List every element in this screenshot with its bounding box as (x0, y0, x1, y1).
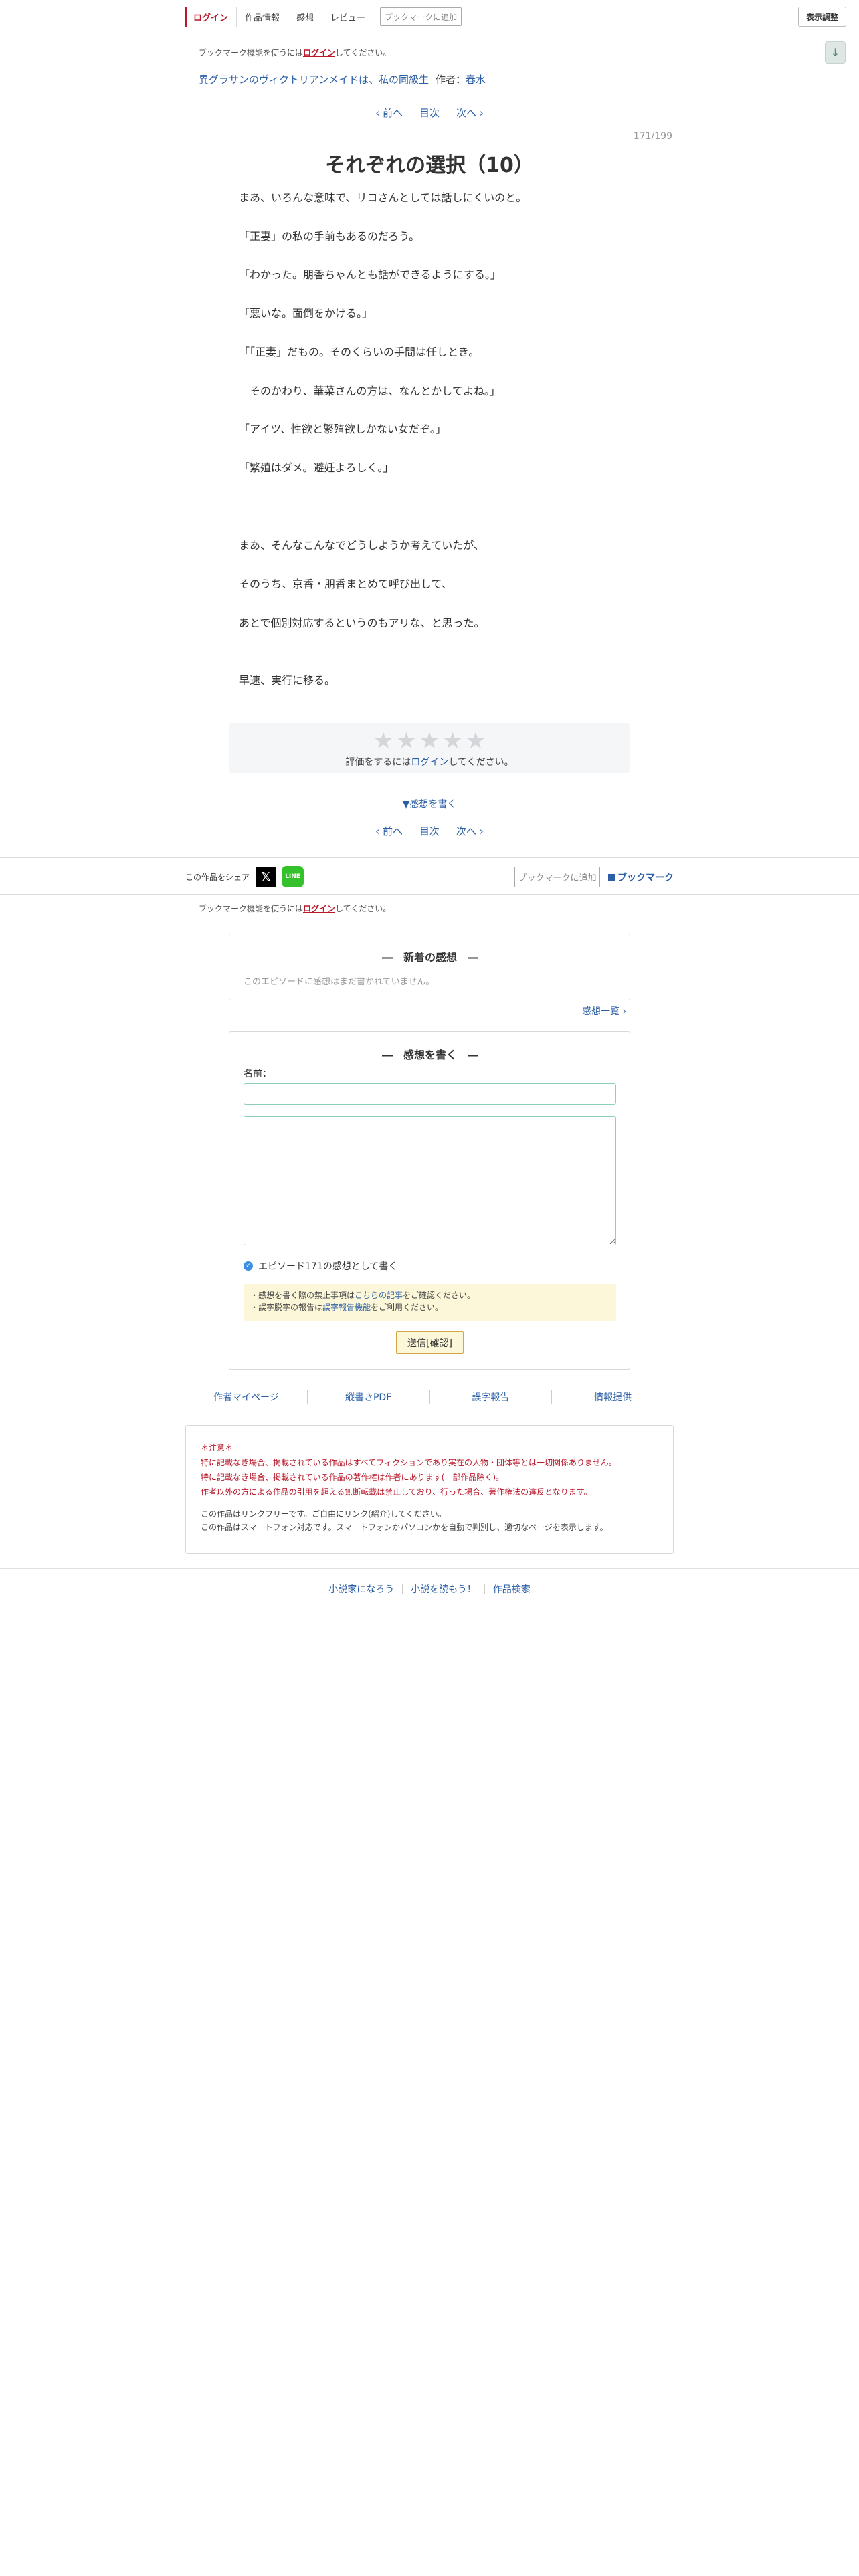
write-impression-panel: ― 感想を書く ― 名前： ✓ エピソード171の感想として書く ・感想を書く際… (229, 1031, 630, 1370)
star-icon[interactable]: ★ (442, 730, 462, 752)
latest-impressions-panel: ― 新着の感想 ― このエピソードに感想はまだ書かれていません。 (229, 934, 630, 1000)
check-icon[interactable]: ✓ (244, 1261, 253, 1271)
info-line: この作品はスマートフォン対応です。スマートフォンかパソコンかを自動で判別し、適切… (201, 1523, 608, 1532)
caution-line: 特に記載なき場合、掲載されている作品はすべてフィクションであり実在の人物・団体等… (201, 1458, 617, 1467)
review-link[interactable]: レビュー (322, 7, 373, 27)
impression-textarea[interactable] (244, 1116, 616, 1245)
header-bookmark-add-button[interactable]: ブックマークに追加 (380, 7, 462, 26)
name-input[interactable] (244, 1083, 616, 1105)
author-label: 作者： (435, 74, 466, 86)
impressions-list-link[interactable]: 感想一覧 › (582, 1004, 626, 1018)
caution-line: 特に記載なき場合、掲載されている作品の著作権は作者にあります(一部作品除く)。 (201, 1473, 504, 1482)
body-paragraph: 「正妻」の私の手前もあるのだろう。 (239, 230, 420, 243)
star-icon[interactable]: ★ (419, 730, 440, 752)
pager-bottom: ‹ 前へ 目次 次へ › (0, 824, 859, 838)
share-bar: この作品をシェア 𝕏 LINE ブックマークに追加 ブックマーク (0, 857, 859, 895)
next-link-bottom[interactable]: 次へ › (448, 824, 492, 838)
footer-links: 作者マイページ 縦書きPDF 誤字報告 情報提供 (185, 1384, 674, 1410)
work-title-link[interactable]: 異グラサンのヴィクトリアンメイドは、私の同級生 (199, 72, 429, 86)
body-paragraph: まあ、いろんな意味で、リコさんとしては話しにくいのと。 (239, 191, 527, 204)
rating-login-link[interactable]: ログイン (411, 757, 448, 768)
rating-box: ★ ★ ★ ★ ★ 評価をするにはログインしてください。 (229, 723, 630, 773)
write-impression-title: ― 感想を書く ― (381, 1049, 478, 1061)
prev-link-bottom[interactable]: ‹ 前へ (367, 824, 411, 838)
body-paragraph: あとで個別対応するというのもアリな、と思った。 (239, 617, 485, 629)
top-nav: ログイン 作品情報 感想 レビュー ブックマークに追加 (185, 6, 462, 27)
latest-impressions-title: ― 新着の感想 ― (381, 951, 478, 964)
work-info-line: 異グラサンのヴィクトリアンメイドは、私の同級生 作者：春水 (199, 72, 486, 86)
x-share-icon[interactable]: 𝕏 (256, 867, 276, 887)
episode-checkbox[interactable]: ✓ エピソード171の感想として書く (244, 1259, 397, 1273)
body-paragraph: そのうち、京香・朋香まとめて呼び出して、 (239, 578, 452, 591)
star-icon[interactable]: ★ (373, 730, 393, 752)
prohibited-article-link[interactable]: こちらの記事 (355, 1291, 403, 1300)
bookmark-login-link-top[interactable]: ログイン (303, 48, 335, 58)
latest-impressions-empty: このエピソードに感想はまだ書かれていません。 (244, 977, 435, 987)
body-paragraph: そのかわり、華菜さんの方は、なんとかしてよね。」 (239, 385, 500, 397)
star-icon[interactable]: ★ (396, 730, 416, 752)
bookmark-notice-top: ブックマーク機能を使うにはログインしてください。 (199, 48, 391, 58)
info-line: この作品はリンクフリーです。ご自由にリンク(紹介)してください。 (201, 1509, 446, 1519)
typo-report-feature-link[interactable]: 誤字報告機能 (322, 1303, 371, 1312)
caution-line: 作者以外の方による作品の引用を超える無断転載は禁止しており、行った場合、著作権法… (201, 1487, 592, 1497)
login-link[interactable]: ログイン (185, 7, 236, 27)
toc-link-bottom[interactable]: 目次 (411, 824, 448, 838)
display-settings-button[interactable]: 表示調整 (798, 7, 846, 27)
work-info-link[interactable]: 作品情報 (236, 7, 288, 27)
bookmark-icon (608, 874, 615, 881)
share-bookmark-add-button[interactable]: ブックマークに追加 (514, 867, 600, 887)
line-share-icon[interactable]: LINE (282, 866, 304, 887)
author-mypage-link[interactable]: 作者マイページ (185, 1390, 307, 1404)
toc-link-top[interactable]: 目次 (411, 106, 448, 120)
impression-notice-box: ・感想を書く際の禁止事項はこちらの記事をご確認ください。 ・誤字脱字の報告は誤字… (244, 1284, 616, 1321)
submit-confirm-button[interactable]: 送信[確認] (396, 1331, 464, 1354)
author-link[interactable]: 春水 (466, 74, 486, 86)
pager-top: ‹ 前へ 目次 次へ › (0, 106, 859, 120)
rating-note: 評価をするにはログインしてください。 (345, 757, 514, 768)
bookmark-link[interactable]: ブックマーク (608, 871, 674, 884)
bookmark-login-link-bottom[interactable]: ログイン (303, 904, 335, 914)
yomou-link[interactable]: 小説を読もう！ (403, 1582, 484, 1596)
narou-home-link[interactable]: 小説家になろう (320, 1582, 402, 1596)
bookmark-notice-bottom: ブックマーク機能を使うにはログインしてください。 (199, 904, 391, 914)
next-link-top[interactable]: 次へ › (448, 106, 492, 120)
body-paragraph: 早速、実行に移る。 (239, 674, 336, 687)
impressions-link[interactable]: 感想 (288, 7, 322, 27)
caution-box: ＊注意＊ 特に記載なき場合、掲載されている作品はすべてフィクションであり実在の人… (185, 1425, 674, 1554)
typo-report-link[interactable]: 誤字報告 (430, 1390, 552, 1404)
body-paragraph: 「繁殖はダメ。避妊よろしく。」 (239, 461, 394, 474)
body-paragraph: 「アイツ、性欲と繁殖欲しかない女だぞ。」 (239, 423, 446, 435)
episode-checkbox-label: エピソード171の感想として書く (258, 1261, 398, 1272)
caution-heading: ＊注意＊ (201, 1443, 233, 1453)
top-header: ログイン 作品情報 感想 レビュー ブックマークに追加 表示調整 (0, 0, 859, 33)
chapter-title: それぞれの選択（10） (325, 154, 534, 177)
vertical-pdf-link[interactable]: 縦書きPDF (308, 1390, 430, 1404)
page-count: 171/199 (633, 131, 672, 142)
rating-stars: ★ ★ ★ ★ ★ (229, 730, 630, 752)
bottom-nav: 小説家になろう 小説を読もう！ 作品検索 (0, 1568, 859, 1608)
star-icon[interactable]: ★ (466, 730, 486, 752)
work-search-link[interactable]: 作品検索 (485, 1582, 539, 1596)
body-paragraph: まあ、そんなこんなでどうしようか考えていたが、 (239, 539, 484, 552)
prev-link-top[interactable]: ‹ 前へ (367, 106, 411, 120)
name-label: 名前： (244, 1069, 272, 1079)
information-provide-link[interactable]: 情報提供 (552, 1390, 674, 1404)
scroll-down-button[interactable]: ↓ (825, 41, 846, 64)
share-label: この作品をシェア (185, 873, 250, 882)
body-paragraph: 「「正妻」だもの。そのくらいの手間は任しとき。 (239, 346, 480, 358)
body-paragraph: 「わかった。朋香ちゃんとも話ができるようにする。」 (239, 268, 501, 281)
body-paragraph: 「悪いな。面倒をかける。」 (239, 307, 373, 320)
write-impression-toggle[interactable]: ▼感想を書く (0, 797, 859, 811)
